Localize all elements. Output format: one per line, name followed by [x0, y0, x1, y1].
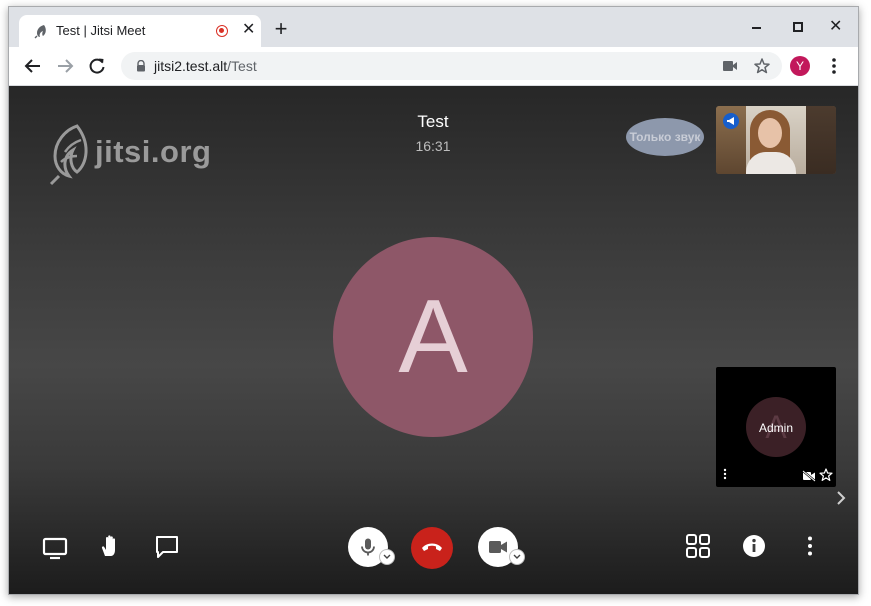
hangup-button[interactable] [411, 527, 453, 569]
camera-icon [489, 541, 507, 553]
info-icon[interactable] [741, 533, 767, 559]
dominant-speaker-badge [723, 113, 739, 129]
thumbnail-shelf [806, 106, 836, 174]
bookmark-star-icon[interactable] [753, 57, 771, 75]
raise-hand-icon[interactable] [98, 533, 124, 559]
back-arrow-icon[interactable] [23, 56, 43, 76]
lock-icon [137, 60, 145, 72]
maximize-icon[interactable] [790, 19, 806, 35]
window-close-icon[interactable]: ✕ [829, 19, 845, 35]
dominant-speaker-initial: A [398, 279, 468, 395]
local-video-thumbnail[interactable] [716, 106, 836, 174]
participant-display-name: Admin [758, 421, 793, 435]
screen-share-icon[interactable] [42, 535, 68, 561]
tab-close-icon[interactable]: ✕ [242, 22, 255, 38]
address-bar[interactable]: jitsi2.test.alt/Test [121, 52, 782, 80]
tab-strip: Test | Jitsi Meet ✕ + ✕ [9, 7, 858, 47]
tile-view-icon[interactable] [685, 533, 711, 559]
camera-in-use-icon[interactable] [722, 59, 738, 73]
browser-toolbar: jitsi2.test.alt/Test Y [9, 47, 858, 86]
megaphone-icon [727, 117, 734, 125]
hangup-icon [422, 543, 442, 551]
dominant-speaker-avatar: A [333, 237, 533, 437]
browser-menu-icon[interactable] [824, 56, 844, 76]
participant-face [758, 118, 782, 148]
reload-icon[interactable] [87, 56, 107, 76]
browser-tab[interactable]: Test | Jitsi Meet ✕ [19, 15, 261, 47]
url-host: jitsi2.test.alt [154, 58, 228, 74]
url-text: jitsi2.test.alt/Test [154, 58, 257, 74]
participant-menu-icon[interactable] [722, 467, 728, 481]
jitsi-logo-icon [49, 124, 88, 186]
conference-name: Test [417, 112, 449, 131]
browser-window: Test | Jitsi Meet ✕ + ✕ jitsi2.test.alt/… [8, 6, 859, 595]
chat-icon[interactable] [154, 534, 180, 560]
url-path: /Test [227, 58, 257, 74]
new-tab-button[interactable]: + [271, 18, 291, 40]
minimize-icon[interactable] [749, 19, 765, 35]
camera-muted-icon [802, 470, 816, 482]
audio-only-label: Только звук [626, 118, 704, 156]
watermark-text: jitsi.org [95, 134, 212, 169]
jitsi-meeting: jitsi.org Test 16:31 Только звук A A Adm… [9, 86, 858, 594]
forward-arrow-icon[interactable] [55, 56, 75, 76]
video-settings-chevron-icon[interactable] [509, 549, 525, 565]
remote-participant-thumbnail[interactable]: A Admin [716, 367, 836, 487]
jitsi-watermark[interactable]: jitsi.org [47, 122, 217, 186]
microphone-icon [361, 538, 375, 556]
tab-title: Test | Jitsi Meet [56, 23, 146, 38]
jitsi-favicon-icon [34, 25, 46, 39]
chevron-right-icon[interactable] [834, 490, 848, 506]
audio-settings-chevron-icon[interactable] [379, 549, 395, 565]
moderator-star-icon [819, 468, 833, 481]
conference-timer: 16:31 [415, 138, 451, 154]
more-options-icon[interactable] [797, 533, 823, 559]
profile-avatar[interactable]: Y [790, 56, 810, 76]
recording-indicator-icon [216, 25, 228, 37]
